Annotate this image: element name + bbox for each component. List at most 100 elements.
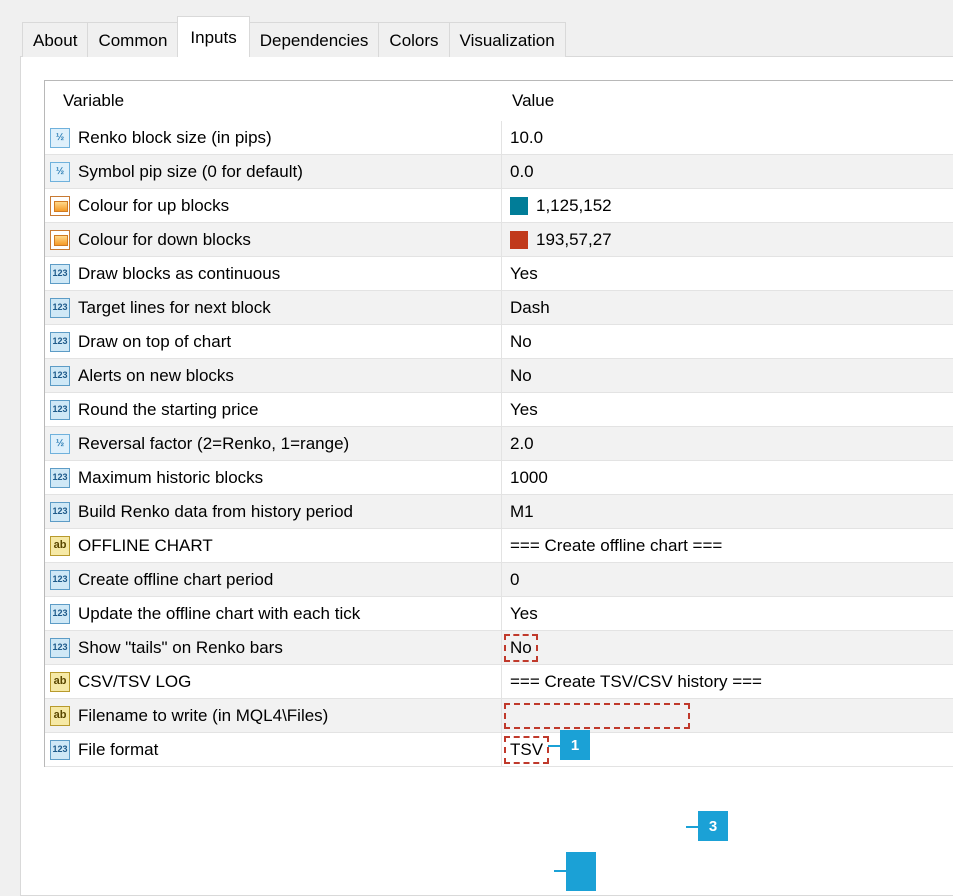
number-icon: 123 bbox=[50, 467, 70, 488]
number-icon: 123 bbox=[50, 365, 70, 386]
value-cell[interactable]: No bbox=[502, 359, 953, 392]
callout-badge-3: 3 bbox=[698, 811, 728, 841]
table-row[interactable]: Colour for down blocks 193,57,27 bbox=[45, 223, 953, 257]
color-swatch[interactable] bbox=[510, 230, 528, 249]
table-row[interactable]: ½ Reversal factor (2=Renko, 1=range) 2.0 bbox=[45, 427, 953, 461]
variable-cell[interactable]: 123 Draw blocks as continuous bbox=[45, 257, 502, 290]
variable-label: Round the starting price bbox=[78, 399, 259, 419]
variable-cell[interactable]: Colour for up blocks bbox=[45, 189, 502, 222]
callout-badge-1: 1 bbox=[560, 730, 590, 760]
tab-visualization[interactable]: Visualization bbox=[448, 22, 566, 57]
variable-cell[interactable]: 123 Build Renko data from history period bbox=[45, 495, 502, 528]
variable-cell[interactable]: 123 Update the offline chart with each ti… bbox=[45, 597, 502, 630]
table-row[interactable]: ab CSV/TSV LOG === Create TSV/CSV history … bbox=[45, 665, 953, 699]
color-icon bbox=[50, 195, 70, 216]
variable-cell[interactable]: 123 Show "tails" on Renko bars bbox=[45, 631, 502, 664]
variable-cell[interactable]: ½ Renko block size (in pips) bbox=[45, 121, 502, 154]
value-text: 0 bbox=[510, 569, 520, 589]
variable-cell[interactable]: 123 Alerts on new blocks bbox=[45, 359, 502, 392]
value-cell[interactable]: 2.0 bbox=[502, 427, 953, 460]
variable-cell[interactable]: 123 Round the starting price bbox=[45, 393, 502, 426]
value-text: No bbox=[510, 365, 532, 385]
grid-rows: ½ Renko block size (in pips) 10.0 ½ Symbol p… bbox=[45, 121, 953, 767]
table-row[interactable]: 123 Round the starting price Yes bbox=[45, 393, 953, 427]
fraction-icon: ½ bbox=[50, 161, 70, 182]
value-cell[interactable]: === Create offline chart === bbox=[502, 529, 953, 562]
tab-dependencies[interactable]: Dependencies bbox=[248, 22, 380, 57]
value-text: Yes bbox=[510, 263, 538, 283]
fraction-icon: ½ bbox=[50, 433, 70, 454]
value-cell[interactable]: 0.0 bbox=[502, 155, 953, 188]
value-cell[interactable]: 1,125,152 bbox=[502, 189, 953, 222]
value-text: 0.0 bbox=[510, 161, 534, 181]
table-row[interactable]: 123 Target lines for next block Dash bbox=[45, 291, 953, 325]
variable-label: Renko block size (in pips) bbox=[78, 127, 272, 147]
value-text: 1000 bbox=[510, 467, 548, 487]
number-icon: 123 bbox=[50, 331, 70, 352]
variable-cell[interactable]: 123 Draw on top of chart bbox=[45, 325, 502, 358]
table-row[interactable]: 123 Create offline chart period 0 bbox=[45, 563, 953, 597]
tab-colors[interactable]: Colors bbox=[378, 22, 450, 57]
table-row[interactable]: Colour for up blocks 1,125,152 bbox=[45, 189, 953, 223]
variable-cell[interactable]: ½ Symbol pip size (0 for default) bbox=[45, 155, 502, 188]
variable-cell[interactable]: ab CSV/TSV LOG bbox=[45, 665, 502, 698]
number-icon: 123 bbox=[50, 399, 70, 420]
value-cell[interactable]: M1 bbox=[502, 495, 953, 528]
variable-cell[interactable]: 123 Maximum historic blocks bbox=[45, 461, 502, 494]
table-row[interactable]: 123 Draw on top of chart No bbox=[45, 325, 953, 359]
variable-label: Show "tails" on Renko bars bbox=[78, 637, 283, 657]
table-row[interactable]: ½ Renko block size (in pips) 10.0 bbox=[45, 121, 953, 155]
number-icon: 123 bbox=[50, 263, 70, 284]
variable-label: File format bbox=[78, 739, 159, 759]
number-icon: 123 bbox=[50, 739, 70, 760]
value-cell[interactable] bbox=[502, 699, 953, 732]
variable-label: Alerts on new blocks bbox=[78, 365, 234, 385]
string-icon: ab bbox=[50, 535, 70, 556]
value-cell[interactable]: Yes bbox=[502, 393, 953, 426]
value-cell[interactable]: Yes bbox=[502, 257, 953, 290]
value-cell[interactable]: 1000 bbox=[502, 461, 953, 494]
variable-cell[interactable]: 123 Target lines for next block bbox=[45, 291, 502, 324]
value-cell[interactable]: No bbox=[502, 631, 953, 664]
callout-leader-4 bbox=[554, 870, 566, 872]
tab-common[interactable]: Common bbox=[87, 22, 179, 57]
variable-cell[interactable]: ab OFFLINE CHART bbox=[45, 529, 502, 562]
value-text: Yes bbox=[510, 399, 538, 419]
value-text: === Create TSV/CSV history === bbox=[510, 671, 762, 691]
table-row[interactable]: 123 Build Renko data from history period M… bbox=[45, 495, 953, 529]
variable-cell[interactable]: ½ Reversal factor (2=Renko, 1=range) bbox=[45, 427, 502, 460]
table-row[interactable]: 123 Draw blocks as continuous Yes bbox=[45, 257, 953, 291]
highlighted-value bbox=[504, 702, 690, 729]
value-text: === Create offline chart === bbox=[510, 535, 723, 555]
number-icon: 123 bbox=[50, 501, 70, 522]
value-cell[interactable]: Dash bbox=[502, 291, 953, 324]
table-row[interactable]: ab OFFLINE CHART === Create offline chart … bbox=[45, 529, 953, 563]
table-row[interactable]: 123 Alerts on new blocks No bbox=[45, 359, 953, 393]
variable-cell[interactable]: 123 Create offline chart period bbox=[45, 563, 502, 596]
column-header-variable[interactable]: Variable bbox=[45, 81, 502, 121]
color-icon bbox=[50, 229, 70, 250]
variable-cell[interactable]: Colour for down blocks bbox=[45, 223, 502, 256]
value-cell[interactable]: 193,57,27 bbox=[502, 223, 953, 256]
column-header-value[interactable]: Value bbox=[502, 81, 953, 121]
variable-label: CSV/TSV LOG bbox=[78, 671, 192, 691]
value-cell[interactable]: No bbox=[502, 325, 953, 358]
grid-header: Variable Value bbox=[45, 81, 953, 121]
color-swatch[interactable] bbox=[510, 196, 528, 215]
value-cell[interactable]: Yes bbox=[502, 597, 953, 630]
value-cell[interactable]: 10.0 bbox=[502, 121, 953, 154]
variable-label: Target lines for next block bbox=[78, 297, 271, 317]
value-cell[interactable]: === Create TSV/CSV history === bbox=[502, 665, 953, 698]
table-row[interactable]: ½ Symbol pip size (0 for default) 0.0 bbox=[45, 155, 953, 189]
table-row[interactable]: 123 Show "tails" on Renko bars No bbox=[45, 631, 953, 665]
table-row[interactable]: 123 Update the offline chart with each ti… bbox=[45, 597, 953, 631]
variable-cell[interactable]: 123 File format bbox=[45, 733, 502, 766]
table-row[interactable]: ab Filename to write (in MQL4\Files) bbox=[45, 699, 953, 733]
table-row[interactable]: 123 File format TSV bbox=[45, 733, 953, 767]
string-icon: ab bbox=[50, 671, 70, 692]
value-cell[interactable]: 0 bbox=[502, 563, 953, 596]
variable-cell[interactable]: ab Filename to write (in MQL4\Files) bbox=[45, 699, 502, 732]
tab-inputs[interactable]: Inputs bbox=[177, 16, 250, 57]
tab-about[interactable]: About bbox=[22, 22, 89, 57]
table-row[interactable]: 123 Maximum historic blocks 1000 bbox=[45, 461, 953, 495]
